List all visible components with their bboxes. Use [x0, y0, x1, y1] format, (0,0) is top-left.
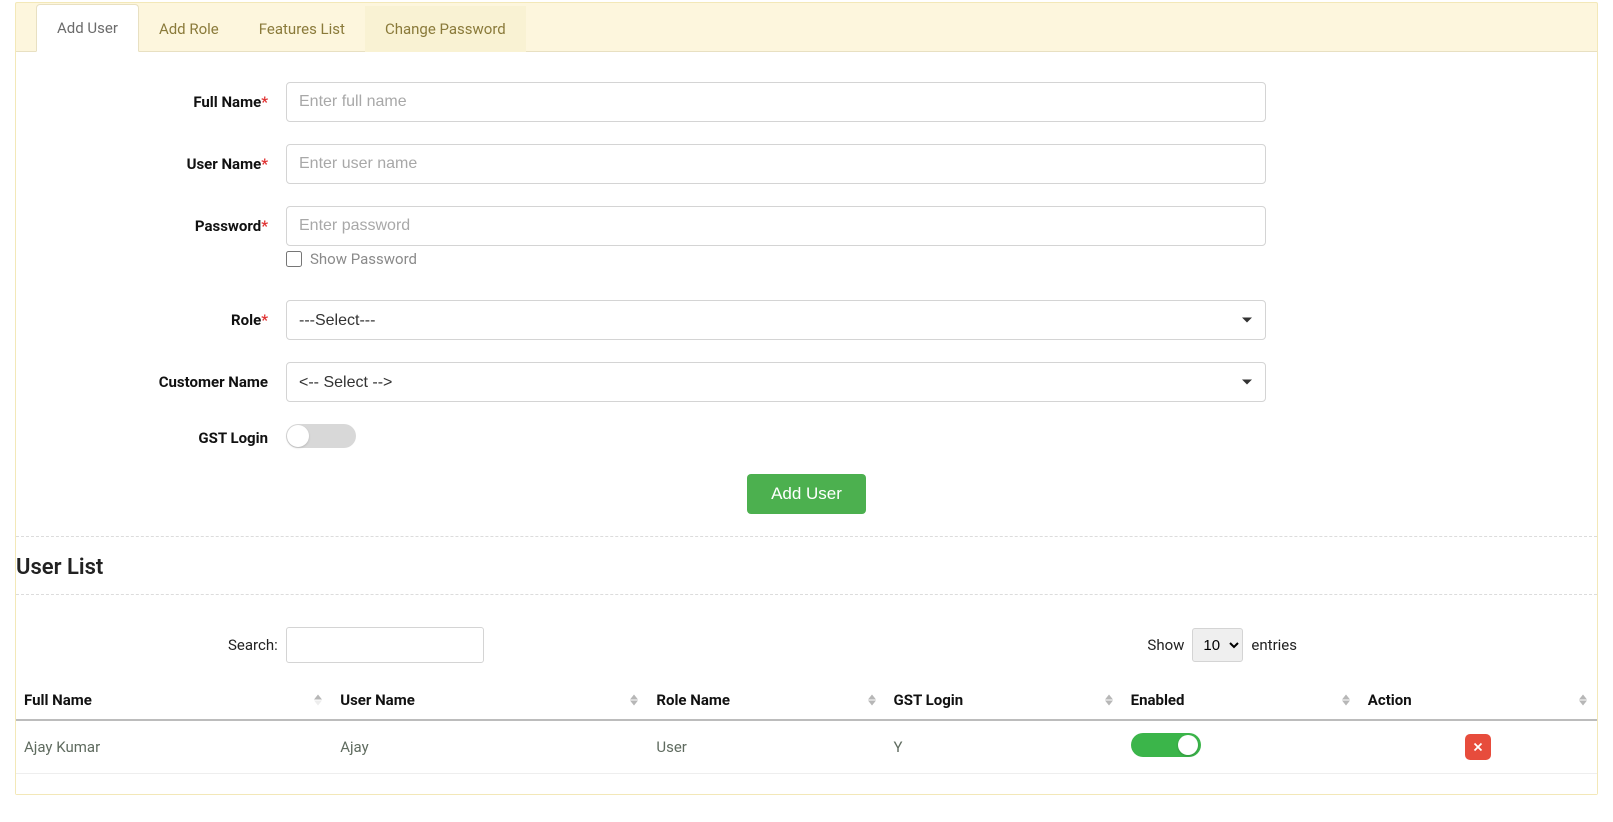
table-row: Ajay Kumar Ajay User Y [16, 720, 1597, 774]
page-size-select[interactable]: 10 [1192, 628, 1243, 662]
search-label: Search: [228, 636, 278, 654]
col-role-name[interactable]: Role Name [648, 681, 885, 720]
enabled-toggle[interactable] [1131, 733, 1201, 757]
col-user-name[interactable]: User Name [332, 681, 648, 720]
tab-bar: Add User Add Role Features List Change P… [16, 3, 1597, 52]
content-area: Full Name* User Name* Password* Sho [16, 52, 1597, 794]
search-input[interactable] [286, 627, 484, 663]
toggle-knob [1178, 735, 1198, 755]
user-table: Full Name User Name Role Name GST L [16, 681, 1597, 774]
divider [16, 594, 1597, 595]
divider [16, 536, 1597, 537]
sort-icon [630, 695, 638, 706]
tab-add-user[interactable]: Add User [36, 4, 139, 52]
customer-name-select[interactable]: <-- Select --> [286, 362, 1266, 402]
user-name-label: User Name* [16, 155, 286, 173]
tab-features-list[interactable]: Features List [239, 6, 365, 52]
user-list-title: User List [16, 555, 1597, 580]
tab-label: Add Role [159, 20, 219, 38]
delete-button[interactable] [1465, 734, 1491, 760]
user-name-input[interactable] [286, 144, 1266, 184]
sort-icon [314, 695, 322, 706]
password-input[interactable] [286, 206, 1266, 246]
full-name-label: Full Name* [16, 93, 286, 111]
gst-login-toggle[interactable] [286, 424, 356, 448]
show-password-checkbox[interactable] [286, 251, 302, 267]
cell-gst-login: Y [886, 720, 1123, 774]
password-label: Password* [16, 217, 286, 235]
role-select[interactable]: ---Select--- [286, 300, 1266, 340]
cell-role-name: User [648, 720, 885, 774]
show-label: Show [1147, 636, 1184, 654]
cell-full-name: Ajay Kumar [16, 720, 332, 774]
sort-icon [1579, 695, 1587, 706]
gst-login-label: GST Login [16, 429, 286, 447]
cell-enabled [1123, 720, 1360, 774]
show-password-label: Show Password [310, 250, 417, 268]
sort-icon [868, 695, 876, 706]
col-gst-login[interactable]: GST Login [886, 681, 1123, 720]
add-user-button[interactable]: Add User [747, 474, 866, 514]
full-name-input[interactable] [286, 82, 1266, 122]
cell-user-name: Ajay [332, 720, 648, 774]
entries-label: entries [1251, 636, 1297, 654]
cell-action [1360, 720, 1597, 774]
tab-add-role[interactable]: Add Role [139, 6, 239, 52]
role-label: Role* [16, 311, 286, 329]
col-full-name[interactable]: Full Name [16, 681, 332, 720]
close-icon [1471, 740, 1485, 754]
sort-icon [1105, 695, 1113, 706]
tab-label: Add User [57, 19, 118, 37]
sort-icon [1342, 695, 1350, 706]
toggle-knob [287, 425, 309, 447]
tab-container: Add User Add Role Features List Change P… [15, 2, 1598, 795]
customer-name-label: Customer Name [16, 373, 286, 391]
tab-change-password[interactable]: Change Password [365, 6, 526, 52]
tab-label: Change Password [385, 20, 506, 38]
col-action[interactable]: Action [1360, 681, 1597, 720]
tab-label: Features List [259, 20, 345, 38]
col-enabled[interactable]: Enabled [1123, 681, 1360, 720]
